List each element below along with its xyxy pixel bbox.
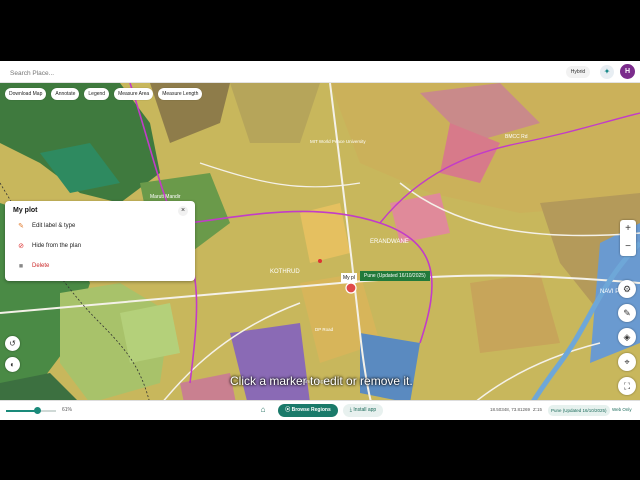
hide-icon: ⊘ [18,243,24,250]
hybrid-toggle[interactable]: Hybrid [566,66,590,78]
measure-area-button[interactable]: Measure Area [114,88,154,100]
coordinates-readout: 18.50348, 73.81269 [490,407,531,412]
download-map-button[interactable]: Download Map [5,88,47,100]
fullscreen-icon[interactable]: ⛶ [618,377,636,395]
hint-caption: Click a marker to edit or remove it. [230,374,413,388]
install-app-label: Install app [353,407,377,413]
zoom-controls: + − [620,220,636,256]
map-label: KOTHRUD [270,269,300,275]
zoom-out-button[interactable]: − [620,238,636,256]
edit-label-button[interactable]: ✎ Edit label & type [17,220,75,232]
plan-version-chip[interactable]: Pune (Updated 16/10/2025) [548,405,610,416]
delete-text: Delete [32,263,50,269]
bottom-bar: 61% ⌂ ⦿ Browse Regions ⤓ Install app 18.… [0,400,640,420]
plan-label: Pune (Updated 16/10/2025) [360,271,430,281]
draw-pencil-icon[interactable]: ✎ [618,304,636,322]
pencil-icon: ✎ [18,223,24,230]
annotate-button[interactable]: Annotate [51,88,80,100]
plot-marker[interactable] [345,282,357,294]
home-icon[interactable]: ⌂ [258,405,268,415]
opacity-value: 61% [62,407,73,413]
layers-icon[interactable]: ◈ [618,328,636,346]
popup-title: My plot [13,207,38,214]
map-label: DP Road [315,327,334,332]
user-avatar[interactable]: H [620,64,635,79]
top-bar: Hybrid ✦ H [0,61,640,83]
settings-gear-icon[interactable]: ⚙ [618,280,636,298]
location-dot[interactable] [318,259,322,263]
edit-label-text: Edit label & type [32,223,76,229]
map-toolbar: Download Map Annotate Legend Measure Are… [5,88,203,100]
legend-button[interactable]: Legend [84,88,110,100]
delete-button[interactable]: ■ Delete [17,260,49,272]
hide-text: Hide from the plan [32,243,82,249]
map-label: MIT World Peace University [310,139,366,144]
opacity-slider-fill [6,410,37,412]
browse-regions-label: Browse Regions [291,407,331,413]
web-only-badge: Web Only [612,407,632,412]
opacity-slider-thumb[interactable] [33,407,41,414]
close-icon[interactable]: × [178,206,188,216]
map-app: Maruti Mandir KOTHRUD ERANDWANE NAVI PET… [0,61,640,420]
browse-regions-button[interactable]: ⦿ Browse Regions [278,404,338,417]
measure-length-button[interactable]: Measure Length [158,88,203,100]
map-label: BMCC Rd [505,134,528,140]
opacity-slider[interactable] [6,407,56,414]
undo-icon[interactable]: ↺ [5,336,20,351]
trash-icon: ■ [18,262,24,270]
locate-icon[interactable]: ⌖ [618,353,636,371]
layer-toggle-icon[interactable]: ◐ [5,357,20,372]
zoom-in-button[interactable]: + [620,220,636,238]
map-label: Maruti Mandir [150,194,181,200]
hide-from-plan-button[interactable]: ⊘ Hide from the plan [17,240,81,252]
install-app-button[interactable]: ⤓ Install app [343,404,383,417]
ai-sparkle-icon[interactable]: ✦ [600,65,614,79]
plot-popup: My plot × ✎ Edit label & type ⊘ Hide fro… [5,201,195,281]
zoom-level: Z:15 [533,407,543,412]
marker-label[interactable]: My pl [341,273,357,283]
map-label: ERANDWANE [370,239,409,245]
search-input[interactable] [4,64,572,82]
